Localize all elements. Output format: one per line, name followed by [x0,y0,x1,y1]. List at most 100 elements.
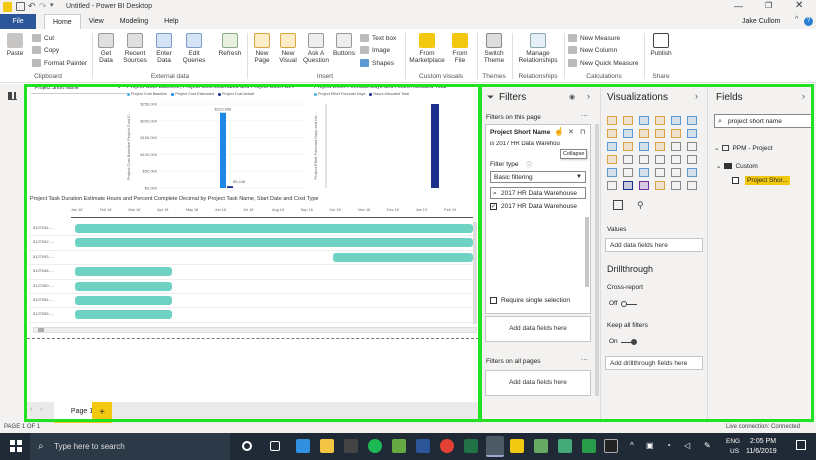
slicer-dropdown-icon[interactable]: ⌄ [117,84,121,90]
filters-visibility-icon[interactable]: ◉ [569,93,575,101]
spotify-icon[interactable] [368,439,382,453]
filters-all-drop-well[interactable]: Add data fields here [485,370,591,396]
visual-type-icon[interactable] [623,155,633,164]
new-visual-button[interactable]: New Visual [276,33,300,64]
checkbox-unchecked[interactable] [490,297,497,304]
visual-type-icon[interactable] [655,155,665,164]
visual-type-icon[interactable] [671,142,681,151]
new-quick-measure-button[interactable]: New Quick Measure [568,59,639,67]
visual-type-icon[interactable] [623,129,633,138]
filter-list-scrollbar[interactable] [585,217,589,287]
app3-icon[interactable] [558,439,572,453]
collapse-ribbon-icon[interactable]: ^ [795,16,798,23]
filters-more-icon[interactable]: ⋯ [581,112,588,120]
shapes-button[interactable]: Shapes [360,59,394,67]
visual-type-icon[interactable] [655,168,665,177]
network-icon[interactable]: ◔ [666,441,671,450]
tab-modeling[interactable]: Modeling [112,14,156,29]
tab-help[interactable]: Help [156,14,186,29]
edge-icon[interactable] [296,439,310,453]
cortana-icon[interactable] [242,441,252,451]
format-painter-button[interactable]: Format Painter [32,59,87,67]
notifications-icon[interactable] [796,440,806,450]
image-button[interactable]: Image [360,46,390,54]
app2-icon[interactable] [534,439,548,453]
visual-type-icon[interactable] [655,116,665,125]
help-icon[interactable]: ? [804,17,813,26]
new-column-button[interactable]: New Column [568,46,617,54]
next-page-icon[interactable]: › [40,406,42,413]
store-icon[interactable] [344,439,358,453]
visual-type-icon[interactable] [687,181,697,190]
copy-button[interactable]: Copy [32,46,59,54]
gantt-bar[interactable] [333,252,473,262]
gantt-h-scrollbar[interactable] [33,327,477,333]
filters-scrollbar[interactable] [595,124,599,396]
filters-all-more-icon[interactable]: ⋯ [581,356,588,364]
app4-icon[interactable] [582,439,596,453]
tray-icon-1[interactable]: ▣ [646,441,654,450]
visual-type-icon[interactable] [607,129,617,138]
filter-card[interactable]: Project Short Name ☝ ✕ ⊓ is 2017 HR Data… [485,124,591,314]
paste-button[interactable]: Paste [5,33,25,57]
buttons-button[interactable]: Buttons [331,33,357,57]
visual-type-icon[interactable] [687,155,697,164]
volume-icon[interactable]: ◁ [684,441,690,450]
refresh-button[interactable]: Refresh [216,33,244,57]
visual-type-icon[interactable] [607,142,617,151]
file-explorer-icon[interactable] [320,439,334,453]
publish-button[interactable]: Publish [648,33,674,57]
gantt-bar[interactable] [75,296,172,305]
visual-type-icon[interactable] [623,116,633,125]
visualizations-collapse-icon[interactable]: › [695,91,698,101]
ask-question-button[interactable]: Ask A Question [302,33,330,64]
visual-type-icon[interactable] [639,116,649,125]
from-marketplace-button[interactable]: From Marketplace [408,33,446,64]
visual-type-icon[interactable] [623,181,633,190]
gantt-bar[interactable] [75,281,172,291]
filter-type-dropdown[interactable]: Basic filtering ▼ [490,171,586,183]
visual-type-icon[interactable] [639,142,649,151]
redo-icon[interactable]: ↷ [39,1,47,12]
fields-well-tab-icon[interactable] [613,200,623,210]
chrome-icon[interactable] [440,439,454,453]
edit-queries-button[interactable]: Edit Queries [180,33,208,64]
visual-type-icon[interactable] [671,116,681,125]
tray-chevron-icon[interactable]: ^ [630,441,634,450]
filter-search-input[interactable]: ⌕ 2017 HR Data Warehouse [490,187,586,199]
report-page[interactable]: Project Short Name ⌄ Project Cost Baseli… [27,84,479,402]
undo-icon[interactable]: ↶ [28,1,36,12]
checkbox-checked[interactable]: ✓ [490,203,497,210]
from-file-button[interactable]: From File [448,33,472,64]
app-icon[interactable] [392,439,406,453]
table-ppm-project[interactable]: ⌄ PPM - Project [714,144,773,153]
fields-collapse-icon[interactable]: › [802,91,805,101]
visual-type-icon[interactable] [607,181,617,190]
visual-type-icon[interactable] [623,168,633,177]
values-drop-well[interactable]: Add data fields here [605,238,703,252]
effort-chart[interactable]: Project Effort Forecast Days and Hours A… [312,84,482,196]
windows-start-icon[interactable] [10,440,22,452]
visual-type-icon[interactable] [655,142,665,151]
visual-type-icon[interactable] [687,116,697,125]
region-label[interactable]: US [730,448,739,455]
drillthrough-drop-well[interactable]: Add drillthrough fields here [605,356,703,370]
visual-type-icon[interactable] [671,155,681,164]
get-data-button[interactable]: Get Data [94,33,118,64]
cost-chart[interactable]: Project Cost Baseline, Project Cost Esti… [125,84,311,196]
gantt-bar[interactable] [75,224,473,233]
visual-type-icon[interactable] [639,168,649,177]
format-tab-icon[interactable]: ⚲ [637,200,644,211]
visual-type-icon[interactable] [607,168,617,177]
switch-theme-button[interactable]: Switch Theme [480,33,508,64]
save-icon[interactable] [16,2,25,11]
visual-type-icon[interactable] [623,142,633,151]
cut-button[interactable]: Cut [32,34,54,42]
tab-home[interactable]: Home [44,14,81,29]
filters-page-drop-well[interactable]: Add data fields here [485,316,591,342]
prev-page-icon[interactable]: ‹ [30,406,32,413]
visual-type-icon[interactable] [671,168,681,177]
field-project-short-name[interactable]: Project Shor... [732,176,790,185]
visual-type-icon[interactable] [655,129,665,138]
tab-view[interactable]: View [81,14,112,29]
